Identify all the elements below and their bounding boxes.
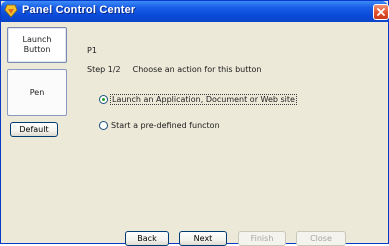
window-title: Panel Control Center: [22, 4, 136, 16]
radio-predefined-function[interactable]: Start a pre-defined functon: [99, 121, 220, 130]
step-label: Step 1/2: [87, 65, 121, 74]
sidebar-item-label: Pen: [29, 87, 45, 97]
title-bar: Panel Control Center: [1, 1, 389, 22]
sidebar-item-pen[interactable]: Pen: [7, 69, 67, 116]
button-id-label: P1: [87, 46, 97, 55]
default-button[interactable]: Default: [10, 122, 58, 137]
radio-button-checked[interactable]: [99, 95, 108, 104]
step-row: Step 1/2 Choose an action for this button: [87, 65, 261, 74]
sidebar-item-launch-button[interactable]: Launch Button: [7, 27, 67, 63]
close-window-button[interactable]: [373, 4, 389, 20]
radio-label: Launch an Application, Document or Web s…: [110, 94, 297, 105]
app-icon: [4, 4, 18, 18]
sidebar-item-label-line1: Launch: [22, 35, 52, 44]
radio-launch-application[interactable]: Launch an Application, Document or Web s…: [99, 94, 297, 105]
panel-control-center-window: Panel Control Center Launch Button Pen D…: [0, 0, 389, 246]
radio-button-unchecked[interactable]: [99, 121, 108, 130]
radio-label: Start a pre-defined functon: [111, 121, 220, 130]
instruction-text: Choose an action for this button: [132, 65, 262, 74]
sidebar-item-label-line2: Button: [23, 45, 51, 54]
button-list-pane: Launch Button Pen Default: [5, 27, 71, 237]
close-icon: [377, 8, 385, 16]
wizard-content: P1 Step 1/2 Choose an action for this but…: [77, 27, 383, 220]
